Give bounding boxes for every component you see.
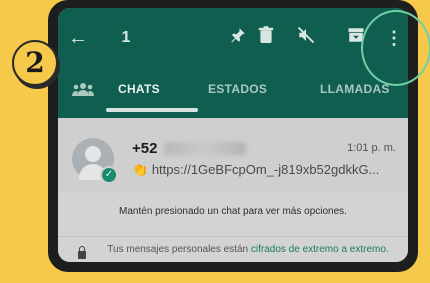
chat-list: ✓ +52 1:01 p. m. 👏 https://1GeBFcpOm_-j8… bbox=[58, 118, 408, 262]
step-number-badge: 2 bbox=[12, 40, 58, 86]
trash-icon[interactable] bbox=[254, 26, 278, 50]
active-tab-indicator bbox=[106, 108, 198, 112]
encryption-text-before: Tus mensajes personales están bbox=[107, 244, 251, 255]
tab-llamadas[interactable]: LLAMADAS bbox=[320, 82, 390, 96]
hint-text: Mantén presionado un chat para ver más o… bbox=[119, 206, 347, 217]
blurred-phone-number bbox=[164, 142, 246, 155]
lock-icon bbox=[78, 246, 86, 259]
encryption-link[interactable]: cifrados de extremo a extremo bbox=[251, 244, 386, 255]
community-icon[interactable] bbox=[72, 82, 94, 98]
clap-emoji-icon: 👏 bbox=[132, 162, 149, 177]
chat-name: +52 bbox=[132, 140, 158, 157]
chat-time: 1:01 p. m. bbox=[347, 142, 396, 154]
avatar-head bbox=[85, 146, 101, 162]
selection-toolbar: ← 1 ⋮ bbox=[58, 8, 408, 68]
pin-icon[interactable] bbox=[226, 26, 250, 50]
tab-chats[interactable]: CHATS bbox=[118, 82, 160, 96]
app-header: ← 1 ⋮ CHATS ESTADOS LLAMADAS bbox=[58, 8, 408, 118]
chat-list-item[interactable]: ✓ +52 1:01 p. m. 👏 https://1GeBFcpOm_-j8… bbox=[58, 118, 408, 192]
selected-count: 1 bbox=[121, 29, 131, 46]
tab-bar: CHATS ESTADOS LLAMADAS bbox=[58, 72, 408, 112]
chat-preview: 👏 https://1GeBFcpOm_-j819xb52gdkkG... bbox=[132, 162, 402, 178]
encryption-text: Tus mensajes personales están cifrados d… bbox=[102, 244, 394, 256]
highlight-circle bbox=[361, 10, 430, 86]
divider bbox=[58, 236, 408, 237]
chat-preview-text: https://1GeBFcpOm_-j819xb52gdkkG... bbox=[151, 162, 380, 177]
encryption-text-after: . bbox=[385, 244, 389, 255]
whatsapp-screen: ← 1 ⋮ CHATS ESTADOS LLAMADAS ✓ +52 1:01 … bbox=[58, 8, 408, 262]
arrow-left-icon[interactable]: ← bbox=[66, 26, 90, 50]
mute-icon[interactable] bbox=[294, 26, 318, 50]
selected-check-icon: ✓ bbox=[100, 166, 118, 184]
tab-estados[interactable]: ESTADOS bbox=[208, 82, 267, 96]
